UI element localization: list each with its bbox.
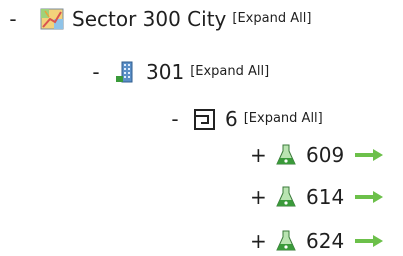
tree-node-building: - 301 [Expand All] — [90, 57, 269, 87]
flask-icon — [274, 185, 298, 209]
flask-icon — [274, 143, 298, 167]
collapse-toggle[interactable]: - — [169, 109, 181, 129]
tree-node-sector: - Sector 300 City [Expand All] — [6, 4, 311, 34]
node-label[interactable]: 301 — [146, 60, 184, 84]
collapse-toggle[interactable]: - — [6, 9, 20, 29]
expand-all-link[interactable]: [Expand All] — [190, 60, 269, 84]
green-arrow-icon[interactable] — [354, 233, 384, 249]
flask-icon — [274, 229, 298, 253]
node-label[interactable]: 609 — [306, 143, 344, 167]
building-icon — [114, 60, 138, 84]
green-arrow-icon[interactable] — [354, 189, 384, 205]
expand-toggle[interactable]: + — [250, 145, 267, 165]
map-icon — [40, 7, 64, 31]
expand-all-link[interactable]: [Expand All] — [244, 107, 323, 131]
node-label[interactable]: 624 — [306, 229, 344, 253]
tree-node-room: + 614 — [250, 182, 384, 212]
node-label[interactable]: 614 — [306, 185, 344, 209]
green-arrow-icon[interactable] — [354, 147, 384, 163]
tree-node-room: + 609 — [250, 140, 384, 170]
collapse-toggle[interactable]: - — [90, 62, 102, 82]
expand-toggle[interactable]: + — [250, 187, 267, 207]
expand-all-link[interactable]: [Expand All] — [232, 7, 311, 31]
expand-toggle[interactable]: + — [250, 231, 267, 251]
floor-plan-icon — [193, 107, 217, 131]
node-label[interactable]: Sector 300 City — [72, 7, 226, 31]
node-label[interactable]: 6 — [225, 107, 238, 131]
tree-node-floor: - 6 [Expand All] — [169, 104, 323, 134]
